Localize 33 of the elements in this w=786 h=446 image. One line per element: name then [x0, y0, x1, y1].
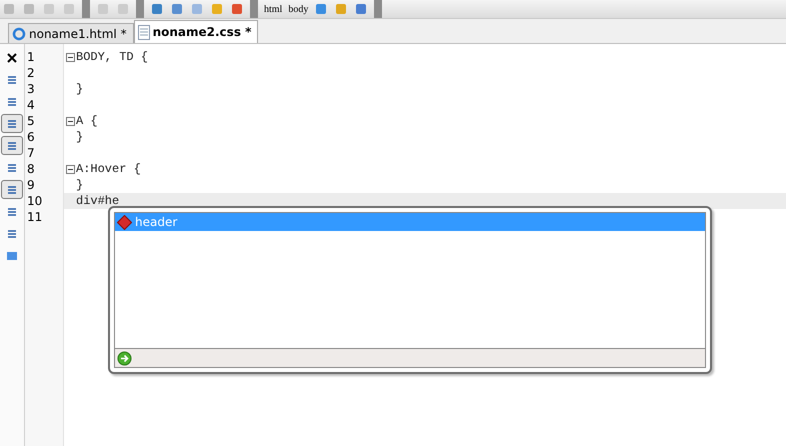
- line-number: 2: [26, 65, 36, 81]
- lines-icon: [6, 184, 18, 196]
- toolbar-grip[interactable]: [82, 0, 90, 18]
- line-number: 5: [26, 113, 36, 129]
- line-number: 3: [26, 81, 36, 97]
- toolbar-grip[interactable]: [374, 0, 382, 18]
- line-number: 11: [26, 209, 44, 225]
- line-number: 6: [26, 129, 36, 145]
- code-line: }: [76, 130, 84, 144]
- line-number: 10: [26, 193, 44, 209]
- file-tab[interactable]: noname2.css *: [134, 20, 258, 43]
- line-number: 1: [26, 49, 36, 65]
- code-line: A {: [76, 114, 98, 128]
- toolbar-grip[interactable]: [136, 0, 144, 18]
- fold-icon[interactable]: [66, 164, 74, 174]
- line-number: 7: [26, 145, 36, 161]
- line-number: 4: [26, 97, 36, 113]
- close-icon: [6, 52, 18, 64]
- fold-icon[interactable]: [66, 116, 74, 126]
- code-line: div#he: [76, 194, 120, 208]
- line-number: 8: [26, 161, 36, 177]
- code-line: }: [76, 178, 84, 192]
- code-line: }: [76, 82, 84, 96]
- document-icon: [138, 24, 150, 40]
- code-line: A:Hover {: [76, 162, 141, 176]
- code-line: BODY, TD {: [76, 50, 148, 64]
- toolbar-grip[interactable]: [250, 0, 258, 18]
- tag-button[interactable]: body: [288, 4, 308, 14]
- diamond-icon: [117, 214, 132, 230]
- tag-button[interactable]: html: [264, 4, 282, 14]
- file-tab[interactable]: noname1.html *: [8, 23, 134, 43]
- line-number: 9: [26, 177, 36, 193]
- fold-icon[interactable]: [66, 52, 74, 62]
